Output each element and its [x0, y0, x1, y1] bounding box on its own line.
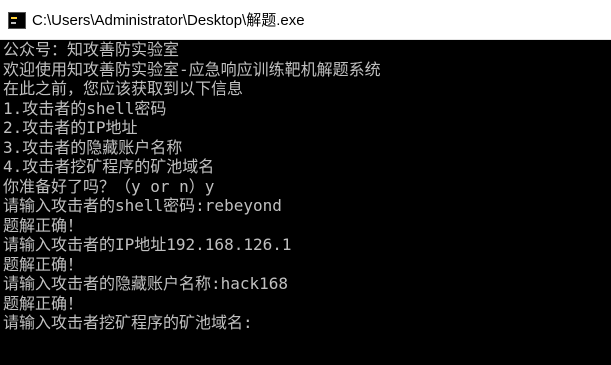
console-line: 1.攻击者的shell密码: [3, 98, 167, 118]
console-line: 4.攻击者挖矿程序的矿池域名: [3, 157, 215, 176]
console-output[interactable]: 公众号：知攻善防实验室 欢迎使用知攻善防实验室-应急响应训练靶机解题系统 在此之…: [0, 40, 611, 365]
console-line: 题解正确！: [3, 293, 84, 313]
console-line: 题解正确！: [3, 254, 84, 274]
console-line: 公众号：知攻善防实验室: [3, 40, 180, 59]
console-app-icon[interactable]: [8, 11, 26, 29]
console-line: 欢迎使用知攻善防实验室-应急响应训练靶机解题系统: [3, 59, 381, 79]
title-bar[interactable]: C:\Users\Administrator\Desktop\解题.exe: [0, 0, 611, 40]
console-line: 请输入攻击者的shell密码:rebeyond: [3, 196, 282, 215]
console-window: C:\Users\Administrator\Desktop\解题.exe 公众…: [0, 0, 611, 365]
window-title: C:\Users\Administrator\Desktop\解题.exe: [32, 12, 305, 29]
console-line: 请输入攻击者的隐藏账户名称:hack168: [3, 274, 289, 293]
console-scrollbar[interactable]: [594, 40, 611, 365]
console-line: 题解正确！: [3, 215, 84, 235]
console-line: 2.攻击者的IP地址: [3, 118, 138, 137]
console-line: 请输入攻击者的IP地址192.168.126.1: [3, 235, 292, 254]
console-line: 3.攻击者的隐藏账户名称: [3, 137, 183, 157]
console-line: 在此之前，您应该获取到以下信息: [3, 79, 244, 98]
console-line: 你准备好了吗？（y or n）y: [3, 176, 215, 196]
console-input-line[interactable]: 请输入攻击者挖矿程序的矿池域名:: [3, 313, 611, 333]
